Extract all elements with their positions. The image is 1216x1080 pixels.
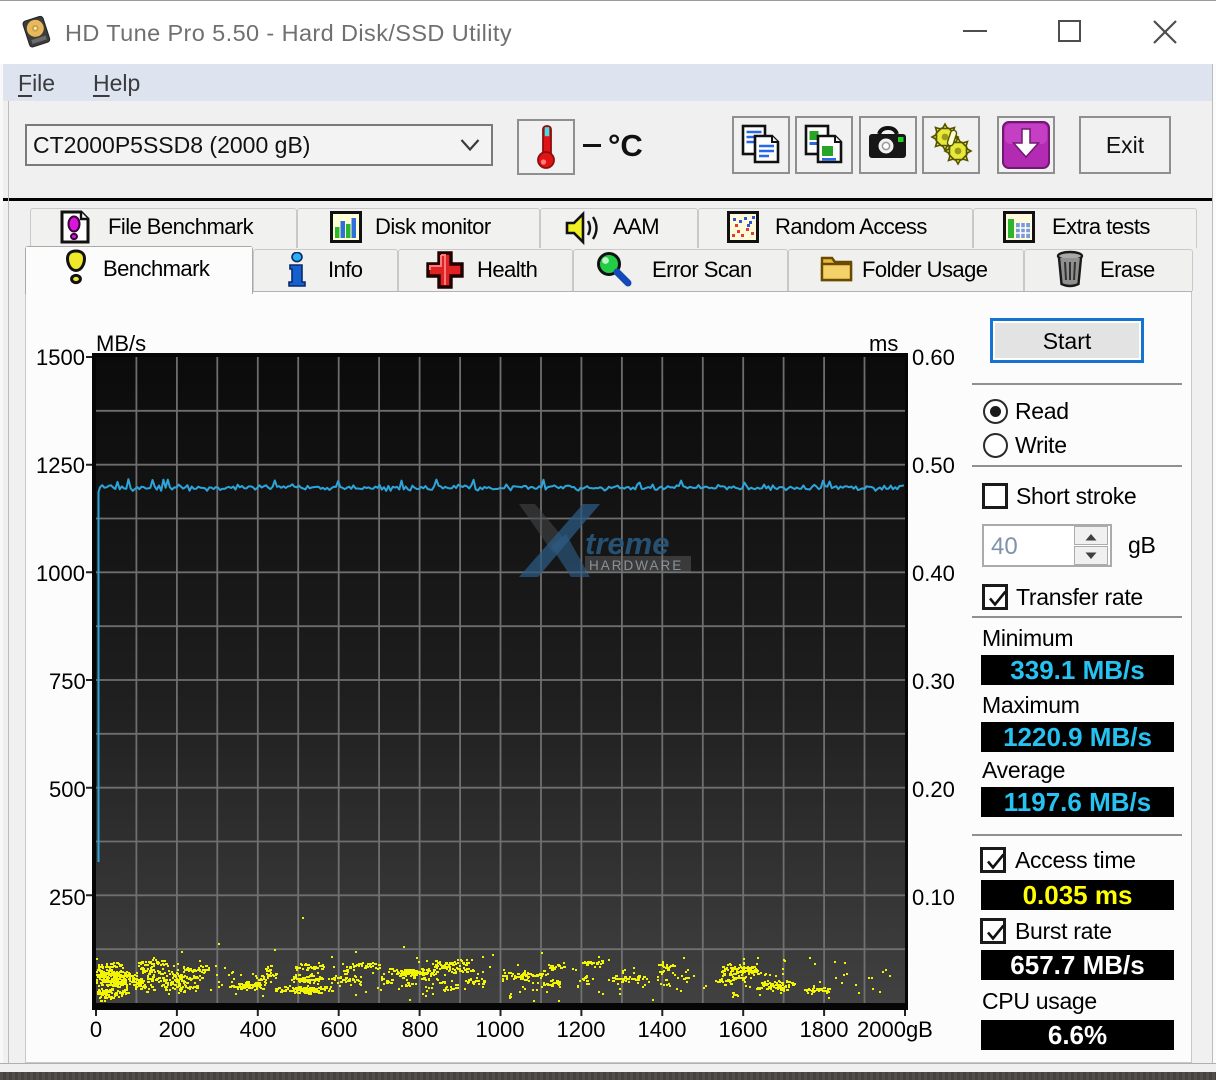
svg-text:treme: treme (585, 526, 669, 561)
svg-text:HARDWARE: HARDWARE (589, 558, 683, 573)
